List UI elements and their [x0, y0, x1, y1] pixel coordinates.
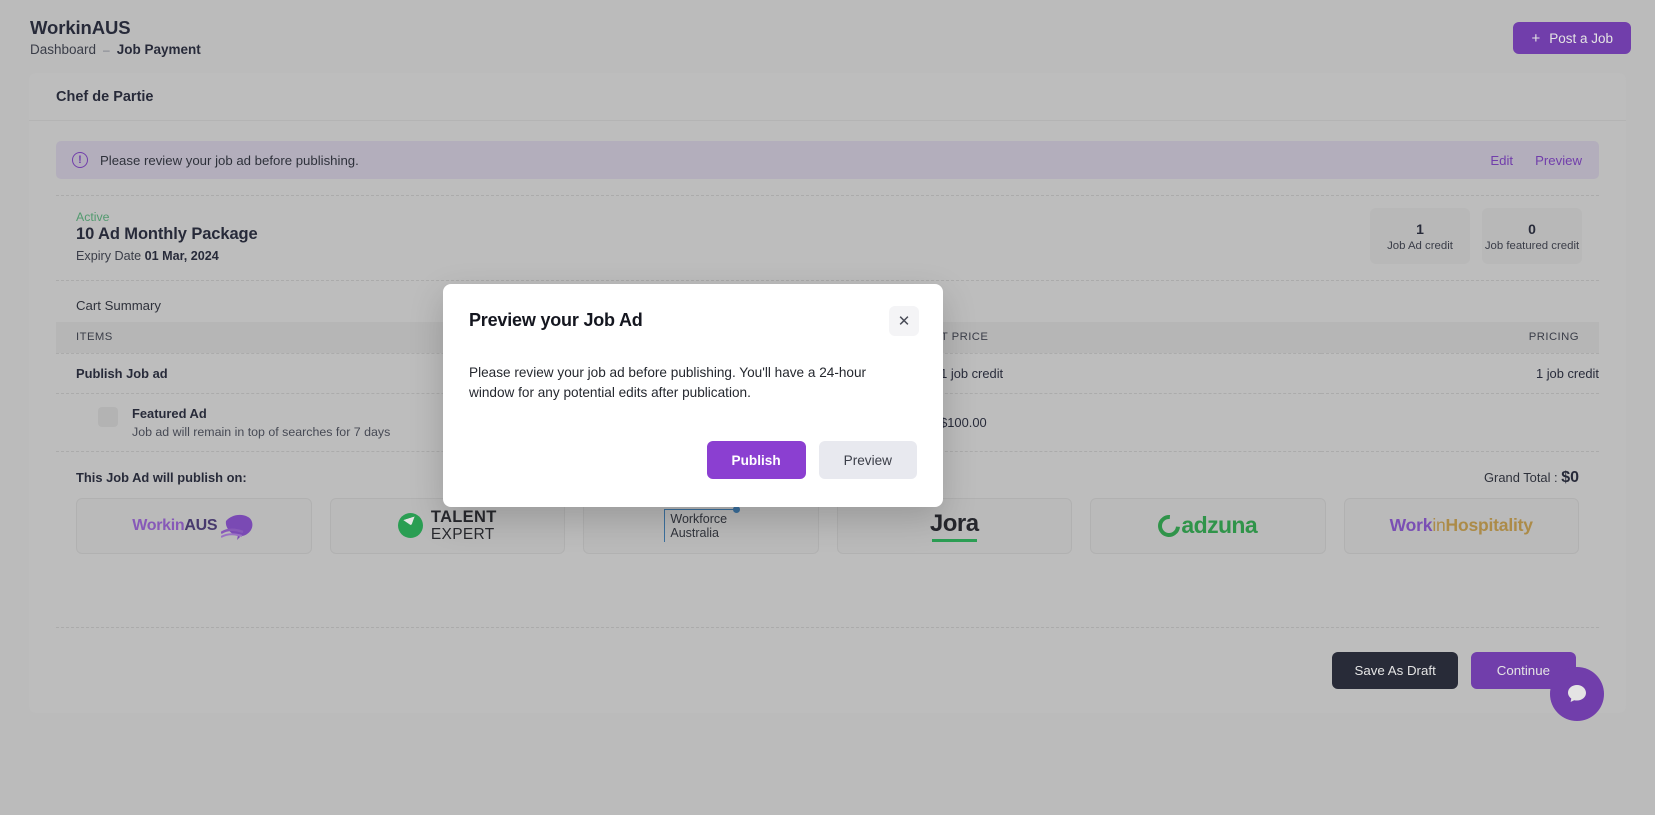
preview-job-ad-modal: Preview your Job Ad ✕ Please review your…	[443, 284, 943, 508]
modal-title: Preview your Job Ad	[469, 310, 643, 330]
close-icon[interactable]: ✕	[889, 306, 919, 336]
modal-body-text: Please review your job ad before publish…	[469, 365, 867, 401]
modal-preview-button[interactable]: Preview	[818, 441, 917, 480]
job-payment-page: WorkinAUS Dashboard – Job Payment + Post…	[0, 0, 1655, 815]
modal-publish-button[interactable]: Publish	[706, 441, 806, 480]
modal-actions: Publish Preview	[469, 441, 917, 480]
